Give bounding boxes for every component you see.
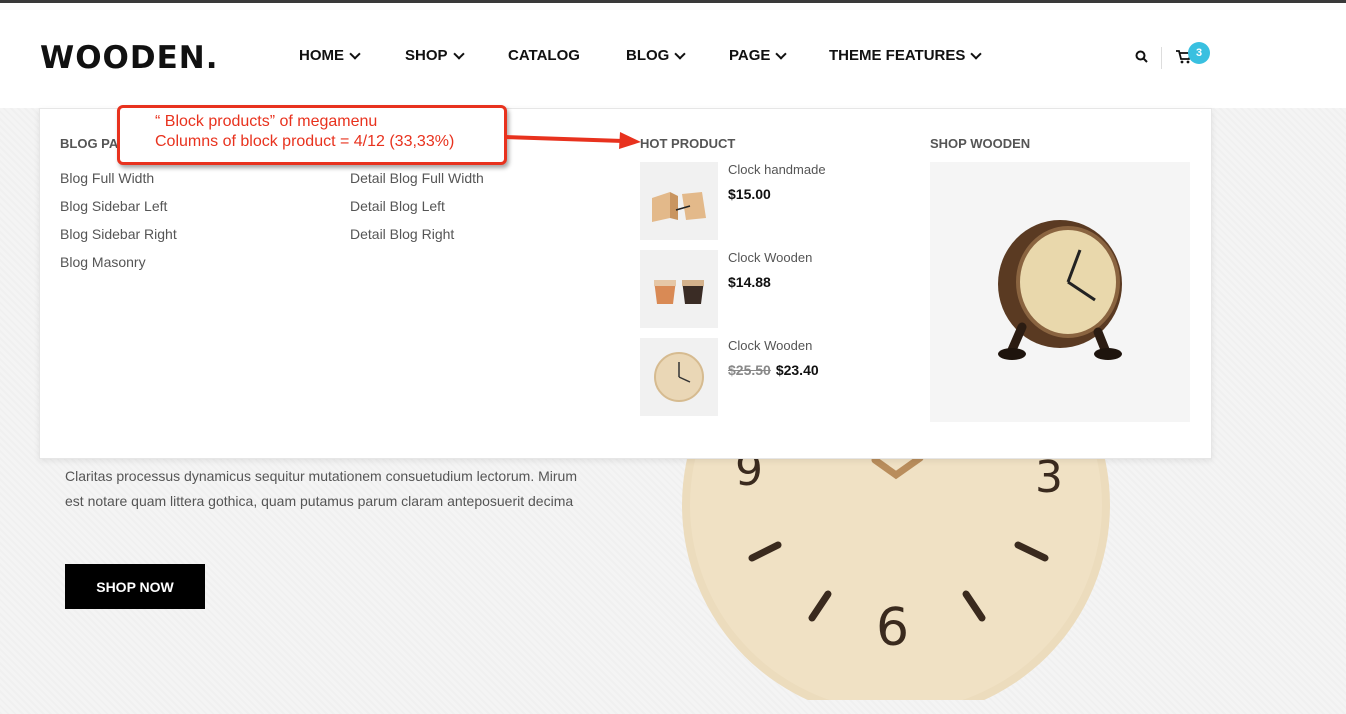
- svg-text:3: 3: [1035, 452, 1063, 503]
- product-price: $14.88: [728, 274, 771, 290]
- nav-theme-features-label: THEME FEATURES: [829, 47, 966, 64]
- chevron-down-icon: [674, 47, 687, 60]
- search-icon[interactable]: [1135, 50, 1148, 63]
- nav-home-label: HOME: [299, 47, 344, 64]
- blog-pages-title: BLOG PA: [60, 136, 119, 151]
- nav-home[interactable]: HOME: [299, 47, 361, 64]
- nav-catalog[interactable]: CATALOG: [508, 47, 580, 64]
- nav-theme-features[interactable]: THEME FEATURES: [829, 47, 983, 64]
- cart-count-badge[interactable]: 3: [1188, 42, 1210, 64]
- annotation-arrow-icon: [505, 132, 641, 149]
- hot-product-title: HOT PRODUCT: [640, 136, 736, 151]
- chevron-down-icon: [970, 47, 983, 60]
- menu-link-blog-masonry[interactable]: Blog Masonry: [60, 252, 177, 280]
- menu-link-blog-sidebar-right[interactable]: Blog Sidebar Right: [60, 224, 177, 252]
- chevron-down-icon: [452, 47, 465, 60]
- svg-text:6: 6: [876, 598, 909, 658]
- header-divider: [1161, 47, 1162, 69]
- product-current-price: $23.40: [775, 362, 819, 378]
- product-thumbnail[interactable]: [640, 162, 718, 240]
- menu-link-detail-blog-right[interactable]: Detail Blog Right: [350, 224, 484, 252]
- product-price: $25.50 $23.40: [728, 362, 819, 378]
- product-thumbnail[interactable]: [640, 338, 718, 416]
- product-item[interactable]: Clock handmade $15.00: [640, 162, 900, 240]
- product-item[interactable]: Clock Wooden $25.50 $23.40: [640, 338, 900, 416]
- nav-catalog-label: CATALOG: [508, 47, 580, 64]
- product-name[interactable]: Clock handmade: [728, 162, 826, 177]
- product-thumbnail[interactable]: [640, 250, 718, 328]
- menu-link-detail-blog-full-width[interactable]: Detail Blog Full Width: [350, 168, 484, 196]
- menu-link-blog-full-width[interactable]: Blog Full Width: [60, 168, 177, 196]
- annotation-line-2: Columns of block product = 4/12 (33,33%): [155, 133, 455, 150]
- product-current-price: $15.00: [728, 186, 771, 202]
- nav-page-label: PAGE: [729, 47, 771, 64]
- menu-link-detail-blog-left[interactable]: Detail Blog Left: [350, 196, 484, 224]
- blog-pages-list: Blog Full Width Blog Sidebar Left Blog S…: [60, 168, 177, 280]
- site-header: WOODEN. HOME SHOP CATALOG BLOG PAGE THEM…: [0, 3, 1346, 108]
- annotation-line-1: “ Block products” of megamenu: [155, 113, 378, 130]
- menu-link-blog-sidebar-left[interactable]: Blog Sidebar Left: [60, 196, 177, 224]
- product-item[interactable]: Clock Wooden $14.88: [640, 250, 900, 328]
- site-logo[interactable]: WOODEN.: [40, 40, 219, 76]
- shop-now-button[interactable]: SHOP NOW: [65, 564, 205, 609]
- chevron-down-icon: [349, 47, 361, 60]
- nav-blog-label: BLOG: [626, 47, 670, 64]
- chevron-down-icon: [775, 47, 788, 60]
- product-name[interactable]: Clock Wooden: [728, 250, 812, 265]
- hero-description: Claritas processus dynamicus sequitur mu…: [65, 468, 577, 509]
- shop-wooden-banner-image[interactable]: [930, 162, 1190, 422]
- product-name[interactable]: Clock Wooden: [728, 338, 812, 353]
- annotation-callout: “ Block products” of megamenu Columns of…: [117, 105, 507, 165]
- product-price: $15.00: [728, 186, 771, 202]
- nav-shop-label: SHOP: [405, 47, 448, 64]
- blog-detail-list: Detail Blog Full Width Detail Blog Left …: [350, 168, 484, 252]
- nav-shop[interactable]: SHOP: [405, 47, 465, 64]
- nav-blog[interactable]: BLOG: [626, 47, 687, 64]
- shop-wooden-title: SHOP WOODEN: [930, 136, 1031, 151]
- product-current-price: $14.88: [728, 274, 771, 290]
- nav-page[interactable]: PAGE: [729, 47, 788, 64]
- product-old-price: $25.50: [728, 362, 771, 378]
